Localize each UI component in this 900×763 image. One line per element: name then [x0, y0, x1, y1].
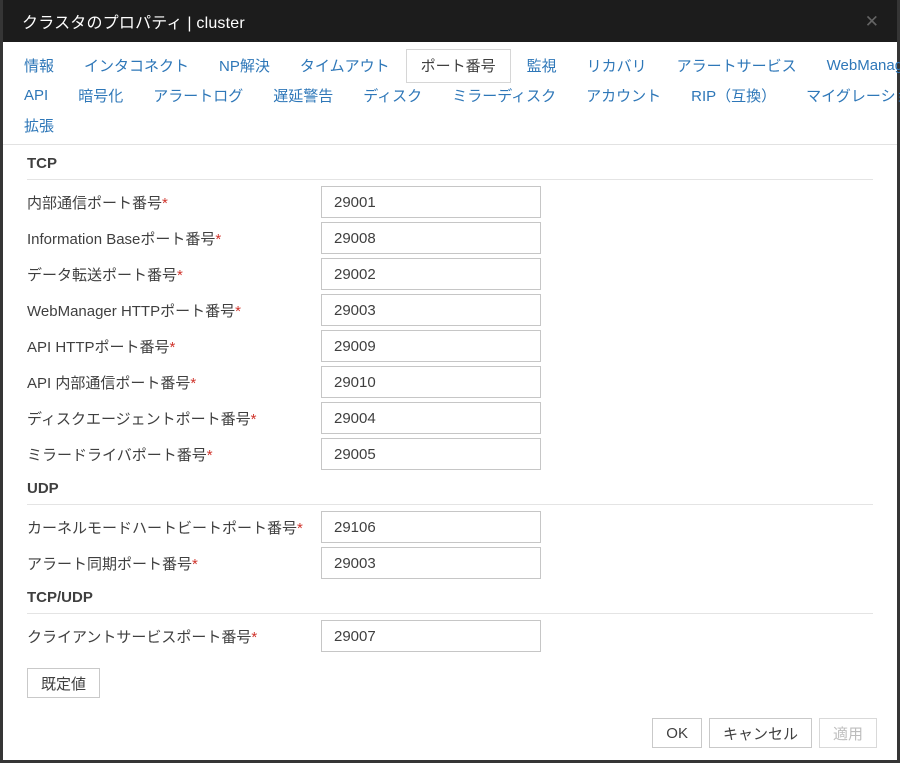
field-label-webmanager-http-port: WebManager HTTPポート番号* [27, 300, 321, 321]
tab-divider [3, 144, 897, 145]
input-alert-sync-port[interactable] [321, 547, 541, 579]
field-row-internal-communication-port: 内部通信ポート番号* [27, 186, 873, 218]
required-marker: * [190, 375, 196, 392]
tab-disk[interactable]: ディスク [363, 80, 422, 112]
field-row-kernel-mode-heartbeat-port: カーネルモードハートビートポート番号* [27, 511, 873, 543]
required-marker: * [177, 267, 183, 284]
tab-delay-warning[interactable]: 遅延警告 [273, 80, 333, 112]
required-marker: * [251, 629, 257, 646]
tab-encryption[interactable]: 暗号化 [78, 80, 123, 112]
input-data-transfer-port[interactable] [321, 258, 541, 290]
required-marker: * [162, 195, 168, 212]
input-api-internal-communication-port[interactable] [321, 366, 541, 398]
input-client-service-port[interactable] [321, 620, 541, 652]
tab-extension[interactable]: 拡張 [24, 110, 54, 142]
required-marker: * [192, 556, 198, 573]
cancel-button[interactable]: キャンセル [709, 718, 812, 748]
input-api-http-port[interactable] [321, 330, 541, 362]
field-label-kernel-mode-heartbeat-port: カーネルモードハートビートポート番号* [27, 517, 321, 538]
input-disk-agent-port[interactable] [321, 402, 541, 434]
required-marker: * [235, 303, 241, 320]
sections-container: TCP 内部通信ポート番号* Information Baseポート番号* データ転送… [27, 155, 873, 652]
tab-api[interactable]: API [24, 82, 48, 110]
section-tcp-udp: TCP/UDP クライアントサービスポート番号* [27, 589, 873, 652]
input-kernel-mode-heartbeat-port[interactable] [321, 511, 541, 543]
default-button-wrap: 既定値 [27, 668, 873, 698]
field-label-disk-agent-port: ディスクエージェントポート番号* [27, 408, 321, 429]
footer-buttons: OK キャンセル 適用 [652, 718, 877, 748]
dialog-content: TCP 内部通信ポート番号* Information Baseポート番号* データ転送… [3, 155, 897, 698]
field-label-api-http-port: API HTTPポート番号* [27, 336, 321, 357]
field-label-mirror-driver-port: ミラードライバポート番号* [27, 444, 321, 465]
default-button[interactable]: 既定値 [27, 668, 100, 698]
input-webmanager-http-port[interactable] [321, 294, 541, 326]
tab-rip-compat[interactable]: RIP（互換） [691, 80, 776, 112]
required-marker: * [297, 520, 303, 537]
dialog-titlebar: クラスタのプロパティ | cluster ✕ [3, 0, 897, 42]
field-row-disk-agent-port: ディスクエージェントポート番号* [27, 402, 873, 434]
field-row-information-base-port: Information Baseポート番号* [27, 222, 873, 254]
required-marker: * [251, 411, 257, 428]
field-row-client-service-port: クライアントサービスポート番号* [27, 620, 873, 652]
tab-interconnect[interactable]: インタコネクト [84, 50, 189, 82]
tab-mirror-disk[interactable]: ミラーディスク [452, 80, 556, 112]
field-row-data-transfer-port: データ転送ポート番号* [27, 258, 873, 290]
field-row-api-http-port: API HTTPポート番号* [27, 330, 873, 362]
tab-account[interactable]: アカウント [586, 80, 661, 112]
field-label-information-base-port: Information Baseポート番号* [27, 228, 321, 249]
section-udp: UDP カーネルモードハートビートポート番号* アラート同期ポート番号* [27, 480, 873, 579]
required-marker: * [170, 339, 176, 356]
tab-np-resolution[interactable]: NP解決 [219, 50, 270, 82]
field-row-webmanager-http-port: WebManager HTTPポート番号* [27, 294, 873, 326]
field-row-api-internal-communication-port: API 内部通信ポート番号* [27, 366, 873, 398]
input-internal-communication-port[interactable] [321, 186, 541, 218]
tab-recovery[interactable]: リカバリ [587, 50, 647, 82]
dialog-title: クラスタのプロパティ | cluster [22, 9, 245, 33]
field-label-client-service-port: クライアントサービスポート番号* [27, 626, 321, 647]
input-information-base-port[interactable] [321, 222, 541, 254]
section-heading-udp: UDP [27, 480, 873, 505]
tab-timeout[interactable]: タイムアウト [300, 50, 390, 82]
apply-button[interactable]: 適用 [819, 718, 877, 748]
tab-migration[interactable]: マイグレーション [806, 80, 900, 112]
tab-alert-log[interactable]: アラートログ [153, 80, 243, 112]
tab-row: API暗号化アラートログ遅延警告ディスクミラーディスクアカウントRIP（互換）マ… [24, 81, 876, 111]
field-label-internal-communication-port: 内部通信ポート番号* [27, 192, 321, 213]
tab-webmanager[interactable]: WebManager [827, 52, 900, 80]
required-marker: * [215, 231, 221, 248]
field-row-alert-sync-port: アラート同期ポート番号* [27, 547, 873, 579]
field-label-data-transfer-port: データ転送ポート番号* [27, 264, 321, 285]
tab-monitor[interactable]: 監視 [527, 50, 557, 82]
tab-row: 情報インタコネクトNP解決タイムアウトポート番号監視リカバリアラートサービスWe… [24, 51, 876, 81]
tab-row: 拡張 [24, 111, 876, 141]
close-icon[interactable]: ✕ [865, 13, 879, 30]
tab-bar: 情報インタコネクト NP解決タイムアウトポート番号監視リカバリアラートサービス We… [3, 42, 897, 141]
field-label-alert-sync-port: アラート同期ポート番号* [27, 553, 321, 574]
section-tcp: TCP 内部通信ポート番号* Information Baseポート番号* データ転送… [27, 155, 873, 470]
tab-alert-service[interactable]: アラートサービス [677, 50, 797, 82]
tab-info[interactable]: 情報 [24, 50, 54, 82]
input-mirror-driver-port[interactable] [321, 438, 541, 470]
tab-port-number[interactable]: ポート番号 [406, 49, 511, 83]
cluster-properties-dialog: クラスタのプロパティ | cluster ✕ 情報インタコネクト NP解決タイムア… [0, 0, 900, 763]
ok-button[interactable]: OK [652, 718, 702, 748]
section-heading-tcp-udp: TCP/UDP [27, 589, 873, 614]
field-row-mirror-driver-port: ミラードライバポート番号* [27, 438, 873, 470]
required-marker: * [207, 447, 213, 464]
section-heading-tcp: TCP [27, 155, 873, 180]
field-label-api-internal-communication-port: API 内部通信ポート番号* [27, 372, 321, 393]
